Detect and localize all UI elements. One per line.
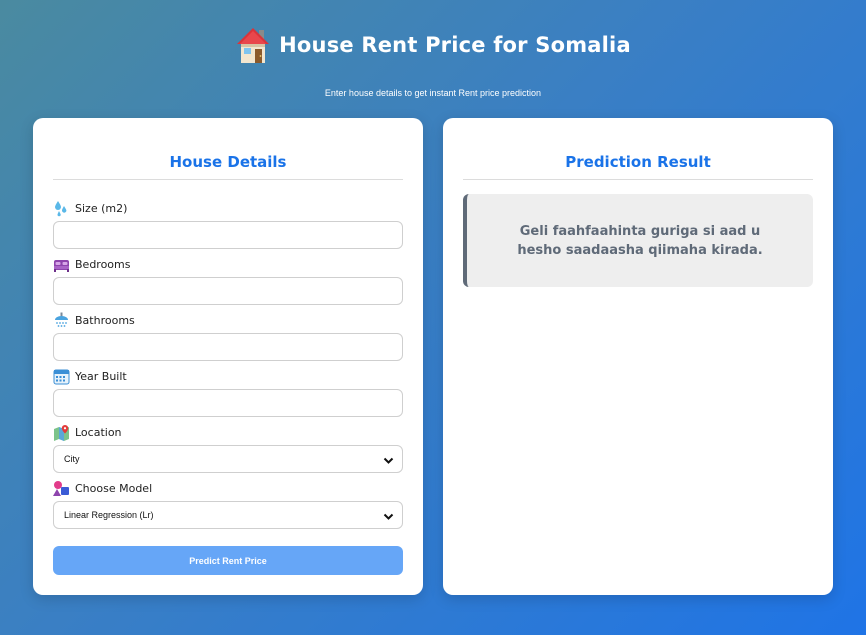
bedrooms-label: Bedrooms: [75, 257, 131, 271]
model-label: Choose Model: [75, 481, 153, 495]
shapes-icon: [53, 480, 69, 496]
result-message-box: Geli faahfaahinta guriga si aad u hesho …: [463, 194, 813, 287]
result-message: Geli faahfaahinta guriga si aad u hesho …: [517, 223, 763, 258]
year-built-input[interactable]: [53, 389, 403, 417]
predict-rent-price-button[interactable]: Predict Rent Price: [53, 546, 403, 575]
model-field: Choose Model Linear Regression (Lr): [53, 479, 403, 529]
location-field: Location City: [53, 423, 403, 473]
prediction-result-heading: Prediction Result: [565, 153, 711, 171]
bathrooms-label: Bathrooms: [75, 313, 135, 327]
location-select[interactable]: City: [53, 445, 403, 473]
size-label: Size (m2): [75, 201, 128, 215]
page-subtitle: Enter house details to get instant Rent …: [324, 88, 542, 98]
house-icon: [237, 28, 270, 63]
house-details-card: House Details Size (m2) Bedrooms Bathroo…: [33, 118, 423, 595]
location-selected-value: City: [64, 454, 80, 464]
location-label: Location: [75, 425, 122, 439]
divider: [53, 179, 403, 180]
page-header: House Rent Price for Somalia Enter house…: [0, 22, 866, 98]
divider: [463, 179, 813, 180]
size-field: Size (m2): [53, 199, 403, 249]
chevron-down-icon: [383, 513, 394, 520]
bed-icon: [54, 259, 69, 272]
model-select[interactable]: Linear Regression (Lr): [53, 501, 403, 529]
house-details-heading: House Details: [169, 153, 287, 171]
prediction-result-card: Prediction Result Geli faahfaahinta guri…: [443, 118, 833, 595]
bedrooms-field: Bedrooms: [53, 255, 403, 305]
model-selected-value: Linear Regression (Lr): [64, 510, 154, 520]
size-input[interactable]: [53, 221, 403, 249]
calendar-icon: [53, 369, 70, 384]
droplets-icon: [55, 200, 67, 216]
bathrooms-input[interactable]: [53, 333, 403, 361]
year-built-field: Year Built: [53, 367, 403, 417]
bedrooms-input[interactable]: [53, 277, 403, 305]
chevron-down-icon: [383, 457, 394, 464]
bathrooms-field: Bathrooms: [53, 311, 403, 361]
title-row: House Rent Price for Somalia: [0, 22, 866, 68]
page-title: House Rent Price for Somalia: [279, 33, 631, 57]
map-pin-icon: [54, 424, 69, 441]
shower-icon: [55, 312, 68, 327]
year-built-label: Year Built: [75, 369, 127, 383]
